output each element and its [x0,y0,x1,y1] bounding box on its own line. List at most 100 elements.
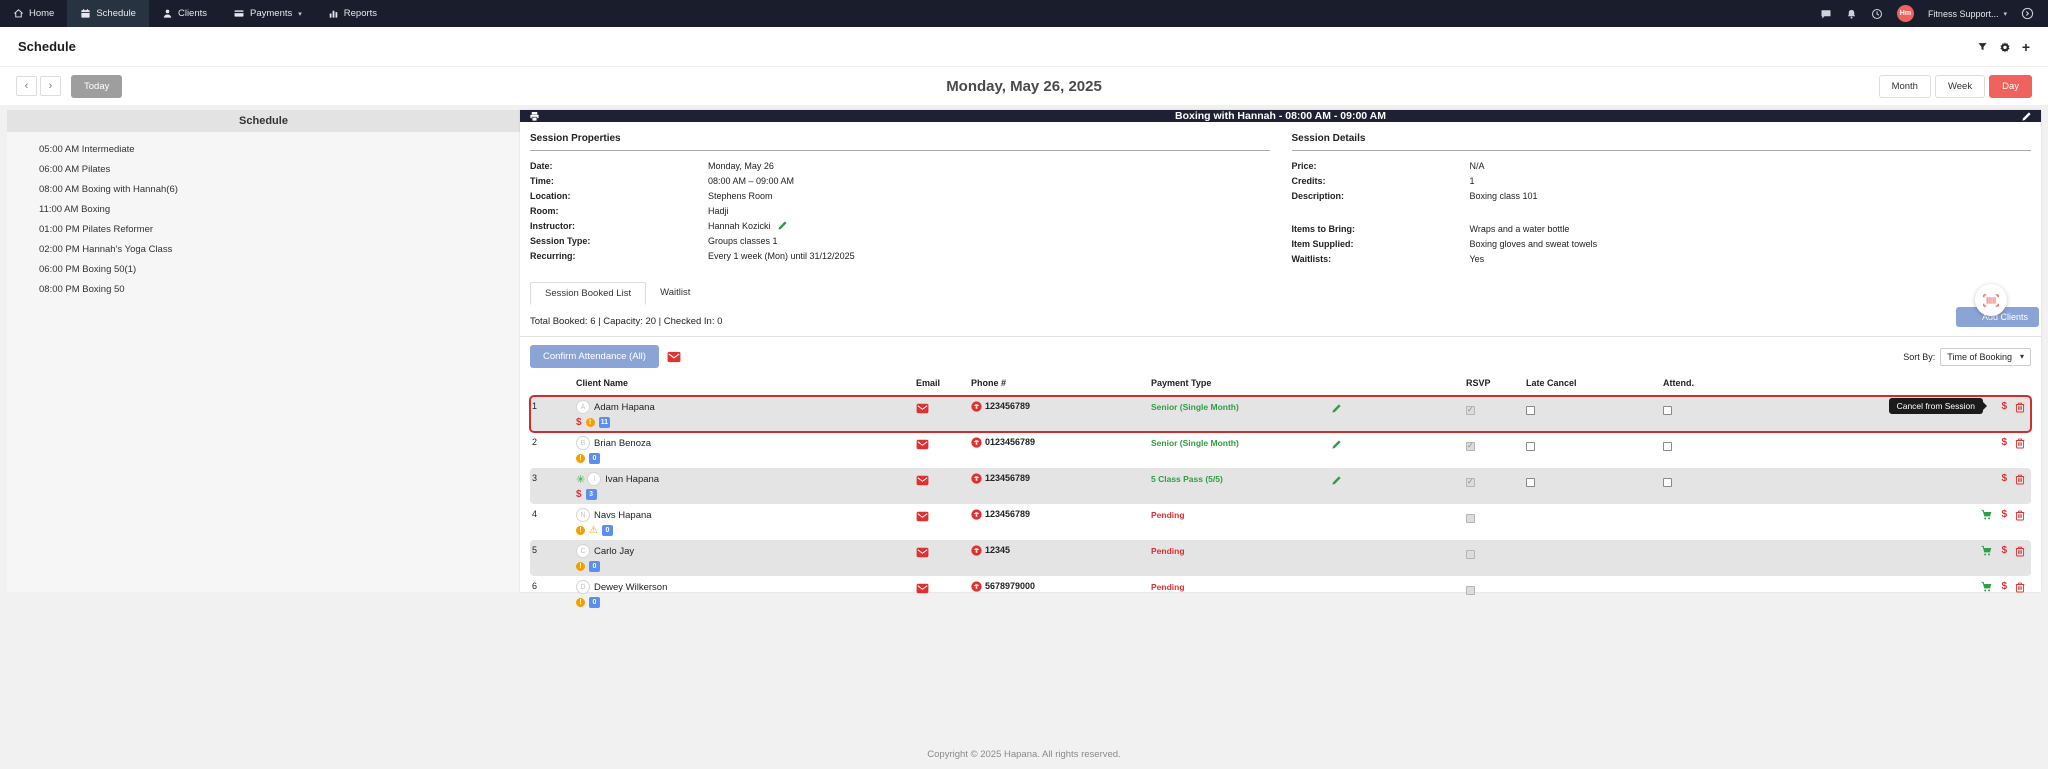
schedule-list-item[interactable]: 02:00 PM Hannah's Yoga Class [7,240,520,260]
nav-item-clients[interactable]: Clients [149,0,220,27]
attend-checkbox[interactable] [1663,442,1672,451]
rsvp-checkbox [1466,586,1475,595]
schedule-list-item[interactable]: 08:00 AM Boxing with Hannah(6) [7,180,520,200]
tab-session-booked-list[interactable]: Session Booked List [530,282,646,305]
page-title: Schedule [18,39,76,54]
remove-client-icon[interactable] [2015,581,2025,593]
sidebar-items: 05:00 AM Intermediate06:00 AM Pilates08:… [7,132,520,308]
attend-checkbox[interactable] [1663,478,1672,487]
calendar-icon [80,8,91,19]
late-cancel-checkbox[interactable] [1526,406,1535,415]
table-body: 1AAdam Hapana$!11123456789Senior (Single… [530,396,2031,612]
filter-icon[interactable] [1977,41,1988,52]
purchase-cart-icon[interactable] [1980,509,1993,521]
col-payment-type: Payment Type [1151,378,1331,392]
prev-button[interactable]: ‹ [16,76,37,96]
pencil-icon[interactable] [777,220,788,231]
email-client-icon[interactable] [916,403,929,414]
late-cancel-checkbox[interactable] [1526,478,1535,487]
charge-icon[interactable]: $ [2001,581,2007,592]
prop-row: Waitlists:Yes [1292,251,2032,266]
nav-item-schedule[interactable]: Schedule [67,0,149,27]
email-client-icon[interactable] [916,583,929,594]
client-badges: $3 [576,489,916,500]
sort-select[interactable]: Time of Booking▾ [1940,348,2031,366]
view-button-day[interactable]: Day [1989,75,2032,98]
home-icon [13,8,24,19]
confirm-attendance-button[interactable]: Confirm Attendance (All) [530,345,659,368]
email-client-icon[interactable] [916,475,929,486]
add-icon[interactable]: + [2022,40,2030,54]
charge-icon[interactable]: $ [2001,401,2007,412]
today-button[interactable]: Today [71,75,122,98]
client-row[interactable]: 4NNavs Hapana!⚠0123456789Pending$ [530,504,2031,540]
charge-icon[interactable]: $ [2001,473,2007,484]
next-button[interactable]: › [40,76,61,96]
prop-row: Room:Hadji [530,203,1270,218]
charge-icon[interactable]: $ [2001,545,2007,556]
nav-item-payments[interactable]: Payments▾ [220,0,315,27]
edit-session-icon[interactable] [2021,111,2032,122]
prop-label: Waitlists: [1292,254,1470,264]
prop-label: Description: [1292,191,1470,201]
view-button-month[interactable]: Month [1879,75,1931,98]
payment-type: Pending [1151,540,1331,576]
nav-item-home[interactable]: Home [0,0,67,27]
purchase-cart-icon[interactable] [1980,545,1993,557]
client-row[interactable]: 5CCarlo Jay!012345Pending$ [530,540,2031,576]
client-phone: 123456789 [985,509,1030,519]
print-icon[interactable] [529,111,540,122]
gear-icon[interactable] [1999,41,2011,53]
user-avatar[interactable]: Hm [1897,5,1914,22]
schedule-list-item[interactable]: 08:00 PM Boxing 50 [7,280,520,300]
remove-client-icon[interactable] [2015,509,2025,521]
schedule-list-item[interactable]: 05:00 AM Intermediate [7,140,520,160]
bell-icon[interactable] [1846,8,1857,20]
schedule-list-item[interactable]: 11:00 AM Boxing [7,200,520,220]
schedule-list-item[interactable]: 01:00 PM Pilates Reformer [7,220,520,240]
charge-icon[interactable]: $ [2001,437,2007,448]
pencil-icon[interactable] [1331,439,1342,450]
client-name: Dewey Wilkerson [594,582,667,593]
nav-item-label: Reports [344,8,377,19]
count-badge: 0 [589,597,600,608]
logout-icon[interactable] [2021,7,2034,20]
prop-value: Monday, May 26 [708,161,774,171]
email-all-icon[interactable] [667,351,681,363]
charge-icon[interactable]: $ [2001,509,2007,520]
email-client-icon[interactable] [916,439,929,450]
client-row[interactable]: 3✳IIvan Hapana$31234567895 Class Pass (5… [530,468,2031,504]
purchase-cart-icon[interactable] [1980,581,1993,593]
schedule-list-item[interactable]: 06:00 AM Pilates [7,160,520,180]
schedule-list-item[interactable]: 06:00 PM Boxing 50(1) [7,260,520,280]
chat-icon[interactable] [1820,8,1832,20]
late-cancel-checkbox[interactable] [1526,442,1535,451]
phone-icon [971,509,982,520]
email-client-icon[interactable] [916,547,929,558]
email-client-icon[interactable] [916,511,929,522]
navbar: HomeScheduleClientsPayments▾ Reports Hm F… [0,0,2048,27]
pencil-icon[interactable] [1331,403,1342,414]
prop-row: Item Supplied:Boxing gloves and sweat to… [1292,236,2032,251]
pencil-icon[interactable] [1331,475,1342,486]
tab-waitlist[interactable]: Waitlist [646,282,704,305]
prop-value: 1 [1470,176,1475,186]
nav-item-reports[interactable]: Reports [315,0,390,27]
client-row[interactable]: 6DDewey Wilkerson!05678979000Pending$ [530,576,2031,612]
client-row[interactable]: 1AAdam Hapana$!11123456789Senior (Single… [530,396,2031,432]
session-title: Boxing with Hannah - 08:00 AM - 09:00 AM [540,110,2021,122]
content: Schedule 05:00 AM Intermediate06:00 AM P… [0,105,2048,769]
remove-client-icon[interactable] [2015,473,2025,485]
attend-checkbox[interactable] [1663,406,1672,415]
barcode-scan-icon[interactable] [1975,284,2007,316]
prop-row: Session Type:Groups classes 1 [530,233,1270,248]
remove-client-icon[interactable] [2015,437,2025,449]
remove-client-icon[interactable] [2015,545,2025,557]
user-menu[interactable]: Fitness Support...▾ [1928,9,2007,19]
prop-value: Groups classes 1 [708,236,778,246]
client-row[interactable]: 2BBrian Benoza!00123456789Senior (Single… [530,432,2031,468]
remove-client-icon[interactable] [2015,401,2025,413]
view-button-week[interactable]: Week [1935,75,1985,98]
sort-label: Sort By: [1903,352,1935,362]
clock-icon[interactable] [1871,8,1883,20]
